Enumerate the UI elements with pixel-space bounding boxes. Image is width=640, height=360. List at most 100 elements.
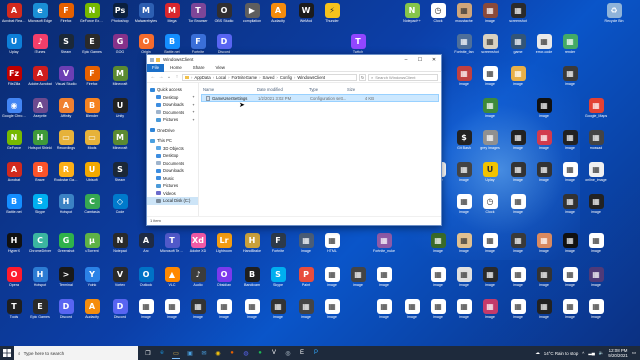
desktop-icon-item[interactable]: ▦image — [240, 299, 264, 327]
nav-item[interactable]: Pictures — [147, 182, 198, 190]
desktop-icon-item[interactable]: ▦image — [294, 299, 318, 327]
properties-icon[interactable] — [150, 57, 154, 62]
desktop-icon-item[interactable]: ▦image — [506, 66, 530, 94]
desktop-icon-item[interactable]: ▦image — [478, 267, 502, 295]
desktop-icon-item[interactable]: H HandBrake — [240, 233, 264, 261]
desktop-icon-item[interactable]: ▦image — [478, 66, 502, 94]
desktop-icon-item[interactable]: M Minecraft — [108, 130, 132, 158]
desktop-icon-item[interactable]: ▦image — [558, 130, 582, 158]
breadcrumb-item[interactable]: AppData — [194, 75, 210, 80]
nav-item[interactable]: Local Disk (C:) — [147, 197, 198, 205]
desktop-icon-item[interactable]: U Uplay — [2, 34, 26, 62]
desktop-icon-item[interactable]: ▦image — [426, 267, 450, 295]
taskbar-file-explorer-button[interactable]: ▭ — [170, 347, 182, 359]
column-header-type[interactable]: Type — [309, 87, 347, 92]
desktop-icon-item[interactable]: ▦ grey images — [478, 130, 502, 158]
nav-item[interactable]: Desktop ✦ — [147, 94, 198, 102]
desktop-icon-item[interactable]: ▦image — [558, 299, 582, 327]
desktop-icon-item[interactable]: ▶ compilation — [240, 3, 264, 31]
desktop-icon-item[interactable]: ▦image — [478, 233, 502, 261]
desktop-icon-item[interactable]: Ps Photoshop — [108, 3, 132, 31]
desktop-icon-item[interactable]: ▦image — [532, 299, 556, 327]
desktop-icon-item[interactable]: ▦image — [558, 267, 582, 295]
desktop-icon-item[interactable]: ▦image — [372, 267, 396, 295]
desktop-icon-item[interactable]: C ChromeDriver — [28, 233, 52, 261]
desktop-icon-item[interactable]: M Mega — [160, 3, 184, 31]
maximize-button[interactable]: ☐ — [413, 55, 427, 64]
breadcrumb-item[interactable]: Local — [216, 75, 226, 80]
desktop-icon-item[interactable]: ▦image — [320, 299, 344, 327]
back-arrow-icon[interactable]: ← — [150, 74, 156, 80]
desktop-icon-item[interactable]: ▦image — [452, 194, 476, 222]
taskbar-discord-button[interactable]: ◍ — [240, 347, 252, 359]
desktop-icon-item[interactable]: ▦ render — [558, 34, 582, 62]
desktop-icon-item[interactable]: ▦image — [532, 98, 556, 126]
desktop-icon-item[interactable]: F Firefox — [80, 66, 104, 94]
up-arrow-icon[interactable]: ↑ — [174, 74, 180, 80]
desktop-icon-item[interactable]: ▦image — [506, 233, 530, 261]
desktop-icon-item[interactable]: B Bandicam — [240, 267, 264, 295]
desktop-icon-item[interactable]: S Steam — [108, 162, 132, 190]
tab-home[interactable]: Home — [165, 64, 187, 72]
desktop-icon-item[interactable]: ▦image — [558, 66, 582, 94]
desktop-icon-item[interactable]: ▦image — [426, 233, 450, 261]
breadcrumb-item[interactable]: Config — [280, 75, 292, 80]
desktop-icon-item[interactable]: ▦image — [186, 299, 210, 327]
desktop-icon-item[interactable]: H Hotspot — [28, 267, 52, 295]
nav-item[interactable]: Music — [147, 175, 198, 183]
breadcrumb-item[interactable]: FortniteGame — [232, 75, 258, 80]
desktop-icon-item[interactable]: e Microsoft Edge — [28, 3, 52, 31]
close-button[interactable]: ✕ — [427, 55, 441, 64]
desktop-icon-item[interactable]: U Unity — [108, 98, 132, 126]
desktop-icon-item[interactable]: E Epic Games — [80, 34, 104, 62]
nav-item[interactable]: Quick access — [147, 86, 198, 94]
desktop-icon-item[interactable]: ⚡ Thunder — [320, 3, 344, 31]
show-hidden-icons-icon[interactable]: ^ — [582, 351, 584, 356]
desktop-icon-item[interactable]: T Microsoft Teams — [160, 233, 184, 261]
desktop-icon-item[interactable]: ▦image — [452, 299, 476, 327]
nav-item[interactable]: Documents ✦ — [147, 109, 198, 117]
desktop-icon-item[interactable]: T Tools — [2, 299, 26, 327]
nav-item[interactable]: Downloads — [147, 167, 198, 175]
desktop-icon-item[interactable]: ▦ screenshot — [506, 3, 530, 31]
desktop-icon-item[interactable]: ▦image — [426, 299, 450, 327]
desktop-icon-item[interactable]: ▦ HTML — [320, 233, 344, 261]
nav-item[interactable]: Documents — [147, 160, 198, 168]
desktop-icon-item[interactable]: ▦image — [532, 233, 556, 261]
desktop-icon-item[interactable]: U Ubisoft — [80, 162, 104, 190]
desktop-icon-item[interactable]: A Adobe Acrobat — [28, 66, 52, 94]
desktop-icon-item[interactable]: ▦image — [452, 267, 476, 295]
desktop-icon-item[interactable]: ▦ moustache — [452, 3, 476, 31]
desktop-icon-item[interactable]: ▦image — [400, 299, 424, 327]
desktop-icon-item[interactable]: ◷ Clock — [478, 194, 502, 222]
desktop-icon-item[interactable]: Xd Adobe XD — [186, 233, 210, 261]
desktop-icon-item[interactable]: N Notepad — [108, 233, 132, 261]
desktop-icon-item[interactable]: G Greenshot — [54, 233, 78, 261]
desktop-icon-item[interactable]: D Discord — [54, 299, 78, 327]
desktop-icon-item[interactable]: O OBS Studio — [212, 3, 236, 31]
column-header-name[interactable]: Name — [203, 87, 257, 92]
desktop-icon-item[interactable]: ▦image — [134, 299, 158, 327]
taskbar-firefox-button[interactable]: ● — [226, 347, 238, 359]
tab-file[interactable]: File — [147, 63, 165, 72]
file-row[interactable]: GameUserSettings 1/2/2021 3:02 PM Config… — [201, 94, 439, 102]
desktop-icon-item[interactable]: F Firefox — [54, 3, 78, 31]
desktop-icon-item[interactable]: ▲ VLC — [160, 267, 184, 295]
desktop-icon-item[interactable]: N Notepad++ — [400, 3, 424, 31]
desktop-icon-item[interactable]: O Opera — [2, 267, 26, 295]
desktop-icon-item[interactable]: ▦image — [584, 194, 608, 222]
desktop-icon-item[interactable]: V Visual Studio — [54, 66, 78, 94]
column-header-size[interactable]: Size — [347, 87, 377, 92]
desktop-icon-item[interactable]: ▦image — [506, 194, 530, 222]
search-box[interactable]: ⌕ Search WindowsClient — [368, 73, 438, 81]
desktop-icon-item[interactable]: O Outlook — [134, 267, 158, 295]
desktop-icon-item[interactable]: ▦image — [372, 299, 396, 327]
desktop-icon-item[interactable]: ▦image — [320, 267, 344, 295]
taskbar-photoshop-button[interactable]: P — [310, 347, 322, 359]
desktop-icon-item[interactable]: AAcrobat Reader DC — [2, 3, 26, 31]
desktop-icon-item[interactable]: ▦image — [478, 299, 502, 327]
desktop-icon-item[interactable]: Fz FileZilla — [2, 66, 26, 94]
desktop-icon-item[interactable]: D Discord — [108, 299, 132, 327]
desktop-icon-item[interactable]: ▭ Recordings — [54, 130, 78, 158]
desktop-icon-item[interactable]: P Paint — [294, 267, 318, 295]
